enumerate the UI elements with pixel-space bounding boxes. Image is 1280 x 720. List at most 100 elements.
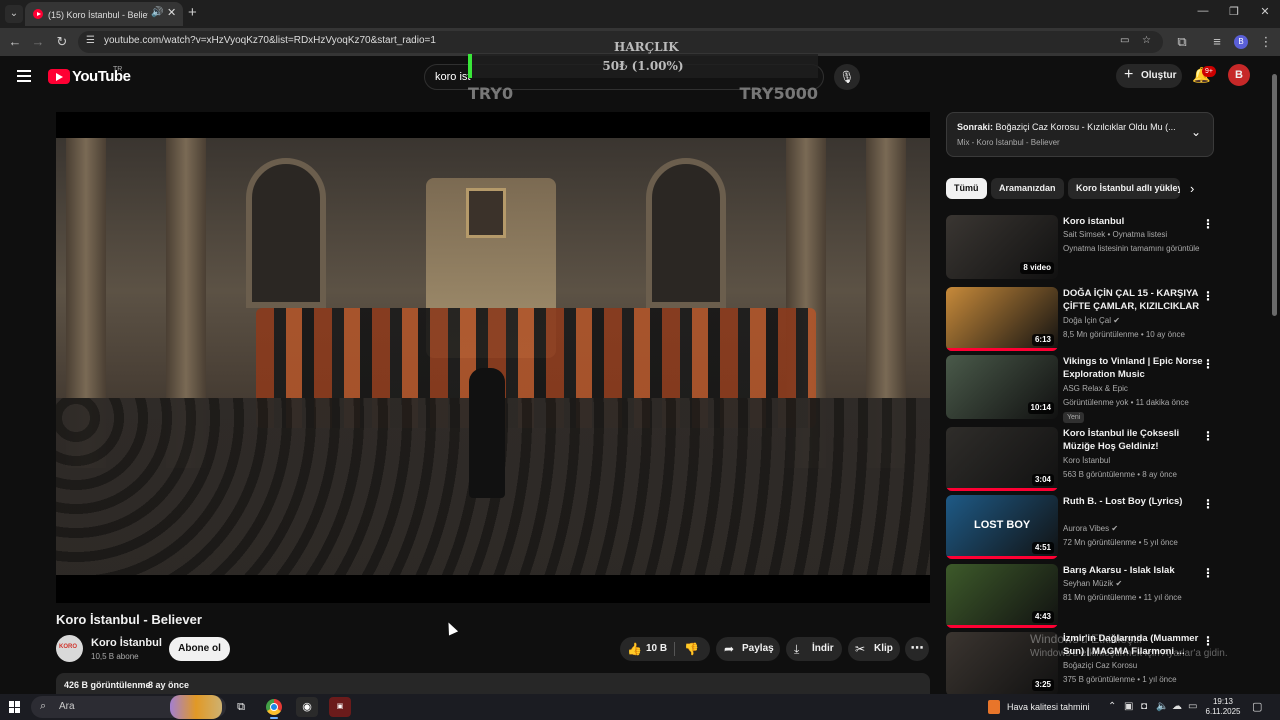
like-count[interactable]: 10 B — [646, 637, 667, 661]
video-thumbnail[interactable]: LOST BOY 4:51 — [946, 495, 1058, 559]
clip-label: Klip — [874, 643, 893, 654]
thumbs-down-icon[interactable]: 👎 — [684, 637, 699, 661]
recommendation-channel: Doğa İçin Çal ✔ — [1063, 316, 1120, 325]
notification-center-icon[interactable]: ▢ — [1252, 700, 1262, 713]
microphone-icon[interactable]: 🎙 — [834, 64, 860, 90]
chip-uploader[interactable]: Koro İstanbul adlı yükleyici — [1068, 178, 1180, 199]
minimize-icon[interactable]: — — [1192, 5, 1214, 17]
chevron-right-icon[interactable]: › — [1190, 181, 1194, 196]
tab-search-icon[interactable]: ⌄ — [5, 5, 23, 23]
profile-avatar[interactable]: B — [1234, 35, 1248, 49]
share-label: Paylaş — [742, 643, 774, 654]
channel-name[interactable]: Koro İstanbul — [91, 637, 162, 649]
recommendation-meta: 8,5 Mn görüntülenme • 10 ay önce — [1063, 330, 1185, 339]
tab-close-icon[interactable]: ✕ — [167, 6, 176, 19]
more-options-icon[interactable]: ⋮ — [1202, 217, 1214, 231]
hamburger-menu-icon[interactable] — [17, 70, 31, 82]
donation-min-label: TRY0 — [468, 84, 514, 103]
forward-icon[interactable]: → — [29, 34, 47, 50]
like-dislike-group: 👍 10 B 👎 — [620, 637, 710, 661]
browser-tab[interactable]: (15) Koro İstanbul - Believer 🔊 ✕ — [25, 2, 183, 26]
youtube-logo-icon[interactable] — [48, 69, 70, 84]
user-avatar[interactable]: B — [1228, 64, 1250, 86]
thumbs-up-icon[interactable]: 👍 — [627, 637, 642, 661]
browser-menu-icon[interactable]: ⋮ — [1257, 34, 1275, 50]
more-options-icon[interactable]: ⋮ — [1202, 497, 1214, 511]
donation-title: HARÇLIK — [614, 40, 679, 54]
recommendation-title[interactable]: Barış Akarsu - Islak Islak — [1063, 564, 1203, 577]
share-icon: ➦ — [724, 642, 735, 656]
more-options-icon[interactable]: ⋮ — [1202, 289, 1214, 303]
video-thumbnail[interactable]: 6:13 — [946, 287, 1058, 351]
recommendation-item[interactable]: 10:14 Vikings to Vinland | Epic Norse Exp… — [946, 355, 1214, 423]
clip-button[interactable]: ✂ Klip — [848, 637, 900, 661]
video-thumbnail[interactable]: 3:04 — [946, 427, 1058, 491]
new-tab-button[interactable]: + — [188, 4, 197, 22]
channel-avatar[interactable] — [56, 635, 83, 662]
share-button[interactable]: ➦ Paylaş — [716, 637, 780, 661]
more-options-icon[interactable]: ⋮ — [1202, 429, 1214, 443]
clock-date: 6.11.2025 — [1205, 707, 1241, 716]
extensions-icon[interactable]: ⧉ — [1173, 34, 1191, 50]
chrome-taskbar-icon[interactable] — [263, 697, 285, 719]
recommendation-title[interactable]: Koro istanbul — [1063, 215, 1203, 228]
task-view-icon[interactable]: ⧉ — [230, 697, 252, 717]
cloud-icon[interactable]: ☁ — [1172, 701, 1182, 712]
more-actions-icon[interactable]: ⋯ — [905, 637, 929, 661]
clock[interactable]: 19:13 6.11.2025 — [1205, 697, 1241, 717]
bookmark-star-icon[interactable]: ☆ — [1142, 35, 1151, 46]
media-controls-icon[interactable]: ≡ — [1208, 34, 1226, 50]
more-options-icon[interactable]: ⋮ — [1202, 566, 1214, 580]
recommendation-meta: Oynatma listesinin tamamını görüntüle — [1063, 244, 1200, 253]
recommendation-meta: 375 B görüntülenme • 1 yıl önce — [1063, 675, 1177, 684]
donation-goal-overlay: HARÇLIK 50₺ (1.00%) TRY0 TRY5000 — [468, 38, 818, 106]
speaker-icon[interactable]: 🔊 — [151, 7, 163, 18]
back-icon[interactable]: ← — [6, 34, 24, 50]
up-next-panel[interactable]: Sonraki: Boğaziçi Caz Korosu - Kızılcıkl… — [946, 112, 1214, 157]
create-button[interactable]: + Oluştur — [1116, 64, 1182, 88]
air-quality-icon[interactable] — [988, 700, 1000, 714]
recommendation-title[interactable]: Ruth B. - Lost Boy (Lyrics) — [1063, 495, 1203, 508]
tray-app-icon[interactable]: ▣ — [1124, 701, 1133, 712]
tray-camera-icon[interactable]: ◘ — [1141, 701, 1147, 712]
video-player[interactable] — [56, 112, 930, 603]
more-options-icon[interactable]: ⋮ — [1202, 357, 1214, 371]
volume-icon[interactable]: 🔈 — [1156, 701, 1168, 712]
tray-overflow-icon[interactable]: ⌃ — [1108, 701, 1116, 712]
recommendation-item[interactable]: 8 video Koro istanbul Sait Simsek • Oynatm… — [946, 215, 1214, 279]
recommendation-item[interactable]: 4:43 Barış Akarsu - Islak Islak Seyhan Müz… — [946, 564, 1214, 628]
chip-from-search[interactable]: Aramanızdan — [991, 178, 1064, 199]
video-duration: 10:14 — [1027, 402, 1054, 414]
site-info-icon[interactable]: ☰ — [86, 35, 95, 46]
close-window-icon[interactable]: ✕ — [1254, 5, 1276, 18]
recommendation-item[interactable]: LOST BOY 4:51 Ruth B. - Lost Boy (Lyrics) A… — [946, 495, 1214, 559]
recommendation-item[interactable]: 3:04 Koro İstanbul ile Çoksesli Müziğe Ho… — [946, 427, 1214, 491]
weather-text[interactable]: Hava kalitesi tahmini — [1007, 702, 1090, 712]
video-thumbnail[interactable]: 10:14 — [946, 355, 1058, 419]
download-button[interactable]: ⤓ İndir — [786, 637, 842, 661]
game-taskbar-icon[interactable]: ▣ — [329, 697, 351, 717]
chevron-down-icon[interactable]: ⌄ — [1191, 125, 1201, 139]
subscribe-button[interactable]: Abone ol — [169, 637, 230, 661]
restore-icon[interactable]: ❐ — [1223, 5, 1245, 18]
search-highlight-icon[interactable] — [170, 695, 222, 719]
chip-all[interactable]: Tümü — [946, 178, 987, 199]
cast-icon[interactable]: ▭ — [1120, 35, 1129, 46]
video-thumbnail[interactable]: 8 video — [946, 215, 1058, 279]
network-icon[interactable]: ▭ — [1188, 701, 1197, 712]
up-next-title: Sonraki: Boğaziçi Caz Korosu - Kızılcıkl… — [957, 122, 1177, 132]
recommendation-item[interactable]: 6:13 DOĞA İÇİN ÇAL 15 - KARŞIYA ÇİFTE ÇAM… — [946, 287, 1214, 351]
recommendation-title[interactable]: DOĞA İÇİN ÇAL 15 - KARŞIYA ÇİFTE ÇAMLAR,… — [1063, 287, 1203, 313]
recommendation-title[interactable]: Koro İstanbul ile Çoksesli Müziğe Hoş Ge… — [1063, 427, 1203, 453]
windows-start-icon[interactable] — [9, 701, 21, 713]
obs-taskbar-icon[interactable]: ◉ — [296, 697, 318, 717]
like-divider — [674, 642, 675, 656]
video-thumbnail[interactable]: 4:43 — [946, 564, 1058, 628]
reload-icon[interactable]: ↻ — [53, 34, 71, 50]
scrollbar-thumb[interactable] — [1272, 74, 1277, 316]
video-duration: 6:13 — [1031, 334, 1054, 346]
recommendation-title[interactable]: Vikings to Vinland | Epic Norse Explorat… — [1063, 355, 1203, 381]
browser-tab-strip: ⌄ (15) Koro İstanbul - Believer 🔊 ✕ + — … — [0, 0, 1280, 28]
more-options-icon[interactable]: ⋮ — [1202, 634, 1214, 648]
channel-label: Boğaziçi Caz Korosu — [1063, 661, 1138, 670]
